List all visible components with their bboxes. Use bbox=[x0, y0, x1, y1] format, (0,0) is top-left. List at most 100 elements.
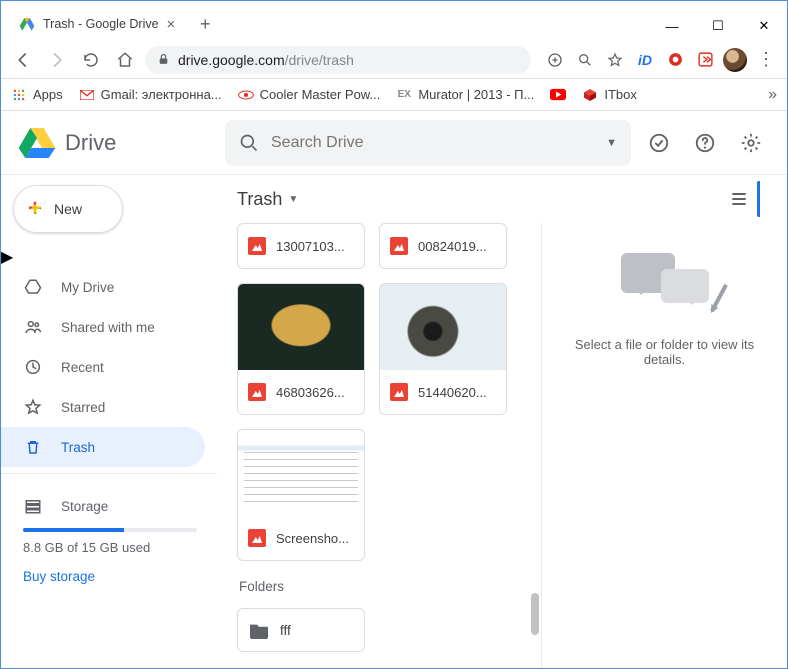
apps-grid-icon bbox=[11, 87, 27, 103]
new-button-label: New bbox=[54, 201, 82, 217]
bookmark-label: Gmail: электронна... bbox=[101, 87, 222, 102]
search-box[interactable]: ▼ bbox=[225, 120, 631, 166]
buy-storage-link[interactable]: Buy storage bbox=[23, 569, 197, 584]
file-name: 51440620... bbox=[418, 385, 487, 400]
bookmark-label: Murator | 2013 - П... bbox=[418, 87, 534, 102]
trash-icon bbox=[23, 437, 43, 457]
maximize-button[interactable]: ☐ bbox=[695, 11, 741, 41]
bookmark-gmail[interactable]: Gmail: электронна... bbox=[79, 87, 222, 103]
zoom-add-icon[interactable] bbox=[543, 48, 567, 72]
details-pane: Select a file or folder to view its deta… bbox=[541, 223, 787, 668]
star-icon bbox=[23, 397, 43, 417]
drive-header: Drive ▼ bbox=[1, 111, 787, 175]
support-icon[interactable] bbox=[685, 123, 725, 163]
search-input[interactable] bbox=[271, 134, 594, 152]
folder-name: fff bbox=[280, 623, 291, 638]
details-empty-text: Select a file or folder to view its deta… bbox=[542, 337, 787, 367]
nav-label: Recent bbox=[61, 360, 104, 375]
settings-icon[interactable] bbox=[731, 123, 771, 163]
nav-storage[interactable]: Storage bbox=[23, 488, 197, 524]
minimize-button[interactable]: — bbox=[649, 11, 695, 41]
file-name: Screensho... bbox=[276, 531, 349, 546]
lock-icon bbox=[157, 53, 170, 66]
extension-id-icon[interactable]: iD bbox=[633, 48, 657, 72]
tab-close-icon[interactable]: × bbox=[167, 16, 176, 33]
sidebar: + New ▶ My Drive Shared with me Recent S… bbox=[1, 175, 217, 668]
tab-title: Trash - Google Drive bbox=[43, 17, 159, 31]
main-area: Trash ▼ 13007103... 00824019... bbox=[217, 175, 787, 668]
details-toggle-indicator[interactable] bbox=[757, 181, 767, 217]
browser-toolbar: drive.google.com/drive/trash iD ⋮ bbox=[1, 41, 787, 79]
nav-recent[interactable]: Recent bbox=[1, 347, 205, 387]
forward-button[interactable] bbox=[43, 46, 71, 74]
bookmarks-bar: Apps Gmail: электронна... Cooler Master … bbox=[1, 79, 787, 111]
address-bar[interactable]: drive.google.com/drive/trash bbox=[145, 46, 531, 74]
drive-logo[interactable]: Drive bbox=[17, 123, 217, 163]
file-thumbnail bbox=[380, 284, 506, 370]
image-file-icon bbox=[248, 237, 266, 255]
product-name: Drive bbox=[65, 130, 116, 156]
bookmarks-overflow-button[interactable]: » bbox=[768, 86, 777, 104]
list-view-button[interactable] bbox=[721, 181, 757, 217]
chevron-down-icon: ▼ bbox=[288, 194, 298, 205]
browser-tab[interactable]: Trash - Google Drive × bbox=[9, 7, 185, 41]
storage-bar bbox=[23, 528, 197, 532]
browser-menu-button[interactable]: ⋮ bbox=[753, 49, 779, 70]
folders-section-label: Folders bbox=[239, 579, 521, 594]
drive-body: + New ▶ My Drive Shared with me Recent S… bbox=[1, 175, 787, 668]
window-controls: — ☐ ✕ bbox=[649, 11, 787, 41]
nav-label: Trash bbox=[61, 440, 95, 455]
reload-button[interactable] bbox=[77, 46, 105, 74]
file-card[interactable]: 51440620... bbox=[379, 283, 507, 415]
nav-label: Storage bbox=[61, 499, 108, 514]
nav-starred[interactable]: Starred bbox=[1, 387, 205, 427]
gmail-icon bbox=[79, 87, 95, 103]
new-button[interactable]: + New bbox=[13, 185, 123, 233]
file-card[interactable]: 46803626... bbox=[237, 283, 365, 415]
folder-card[interactable]: fff bbox=[237, 608, 365, 652]
file-card[interactable]: Screensho... bbox=[237, 429, 365, 561]
profile-avatar[interactable] bbox=[723, 48, 747, 72]
breadcrumb[interactable]: Trash ▼ bbox=[237, 189, 298, 210]
search-options-icon[interactable]: ▼ bbox=[606, 137, 617, 149]
apps-button[interactable]: Apps bbox=[11, 87, 63, 103]
recent-icon bbox=[23, 357, 43, 377]
nav-label: Starred bbox=[61, 400, 105, 415]
ready-offline-icon[interactable] bbox=[639, 123, 679, 163]
storage-used-text: 8.8 GB of 15 GB used bbox=[23, 540, 197, 555]
nav-trash[interactable]: Trash bbox=[1, 427, 205, 467]
extension-forward-icon[interactable] bbox=[693, 48, 717, 72]
window-titlebar: Trash - Google Drive × + — ☐ ✕ bbox=[1, 1, 787, 41]
file-grid: 13007103... 00824019... 46803626... 5144 bbox=[217, 223, 541, 668]
bookmark-label: Cooler Master Pow... bbox=[260, 87, 381, 102]
apps-label: Apps bbox=[33, 87, 63, 102]
zoom-icon[interactable] bbox=[573, 48, 597, 72]
image-file-icon bbox=[390, 383, 408, 401]
drive-favicon-icon bbox=[19, 16, 35, 32]
home-button[interactable] bbox=[111, 46, 139, 74]
back-button[interactable] bbox=[9, 46, 37, 74]
bookmark-itbox[interactable]: ITbox bbox=[582, 87, 637, 103]
drive-logo-icon bbox=[17, 123, 57, 163]
bookmark-coolermaster[interactable]: Cooler Master Pow... bbox=[238, 87, 381, 103]
close-button[interactable]: ✕ bbox=[741, 11, 787, 41]
file-name: 46803626... bbox=[276, 385, 345, 400]
new-tab-button[interactable]: + bbox=[191, 10, 219, 38]
nav-my-drive[interactable]: My Drive bbox=[1, 267, 205, 307]
file-card[interactable]: 00824019... bbox=[379, 223, 507, 269]
scrollbar-thumb[interactable] bbox=[531, 593, 539, 635]
star-icon[interactable] bbox=[603, 48, 627, 72]
expand-caret-icon[interactable]: ▶ bbox=[1, 249, 13, 266]
nav-label: Shared with me bbox=[61, 320, 155, 335]
extension-shield-icon[interactable] bbox=[663, 48, 687, 72]
file-name: 00824019... bbox=[418, 239, 487, 254]
shared-icon bbox=[23, 317, 43, 337]
nav-shared[interactable]: Shared with me bbox=[1, 307, 205, 347]
ex-icon: EX bbox=[396, 87, 412, 103]
image-file-icon bbox=[248, 383, 266, 401]
file-card[interactable]: 13007103... bbox=[237, 223, 365, 269]
bookmark-murator[interactable]: EX Murator | 2013 - П... bbox=[396, 87, 534, 103]
storage-icon bbox=[23, 496, 43, 516]
bookmark-youtube[interactable] bbox=[550, 87, 566, 103]
file-thumbnail bbox=[238, 430, 364, 516]
